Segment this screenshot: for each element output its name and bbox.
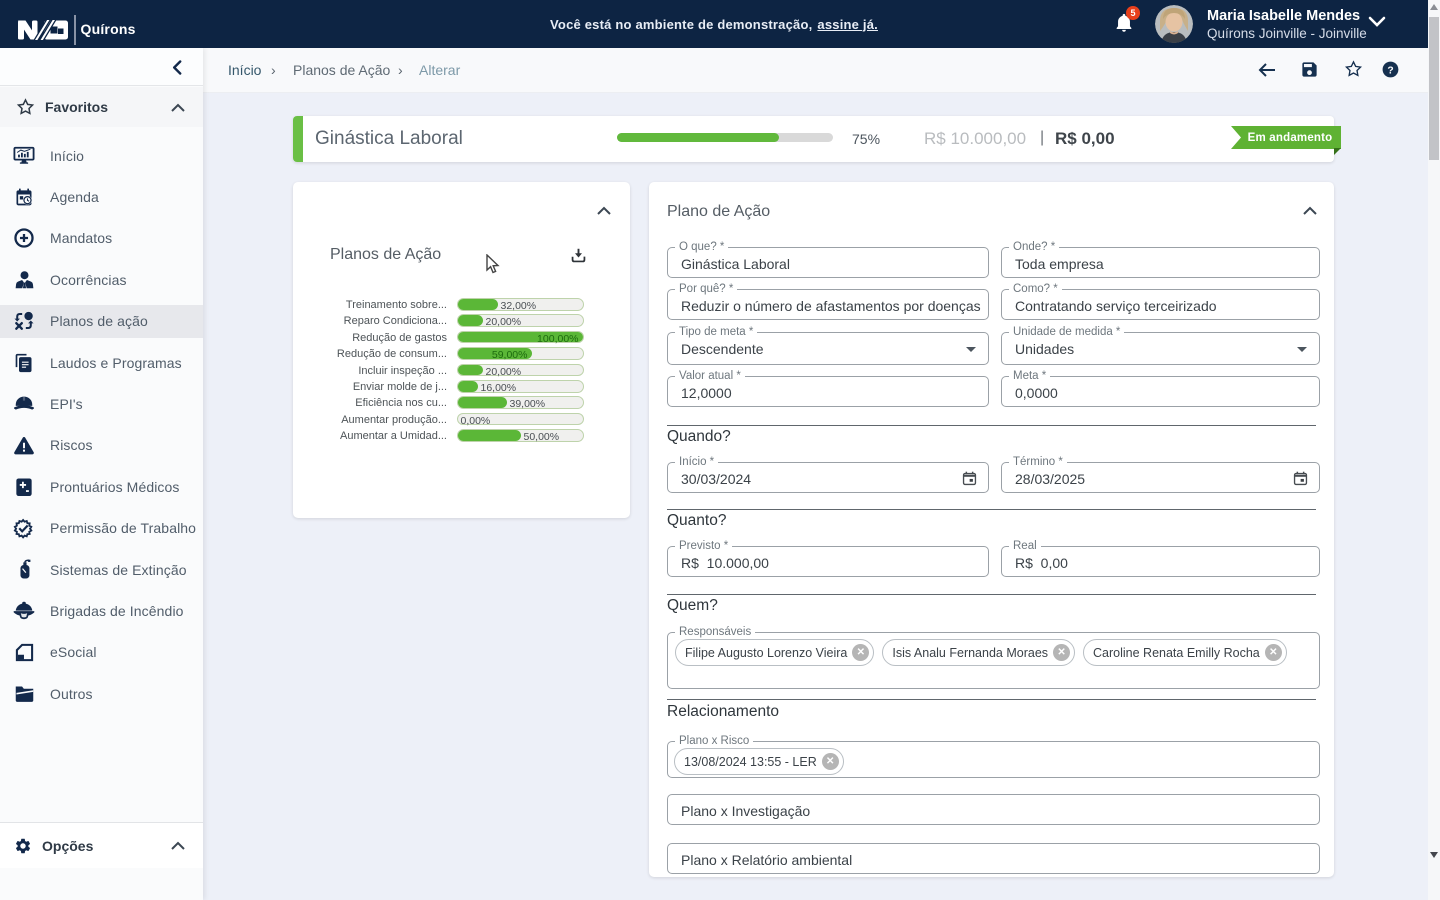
svg-text:?: ? bbox=[1387, 65, 1393, 76]
